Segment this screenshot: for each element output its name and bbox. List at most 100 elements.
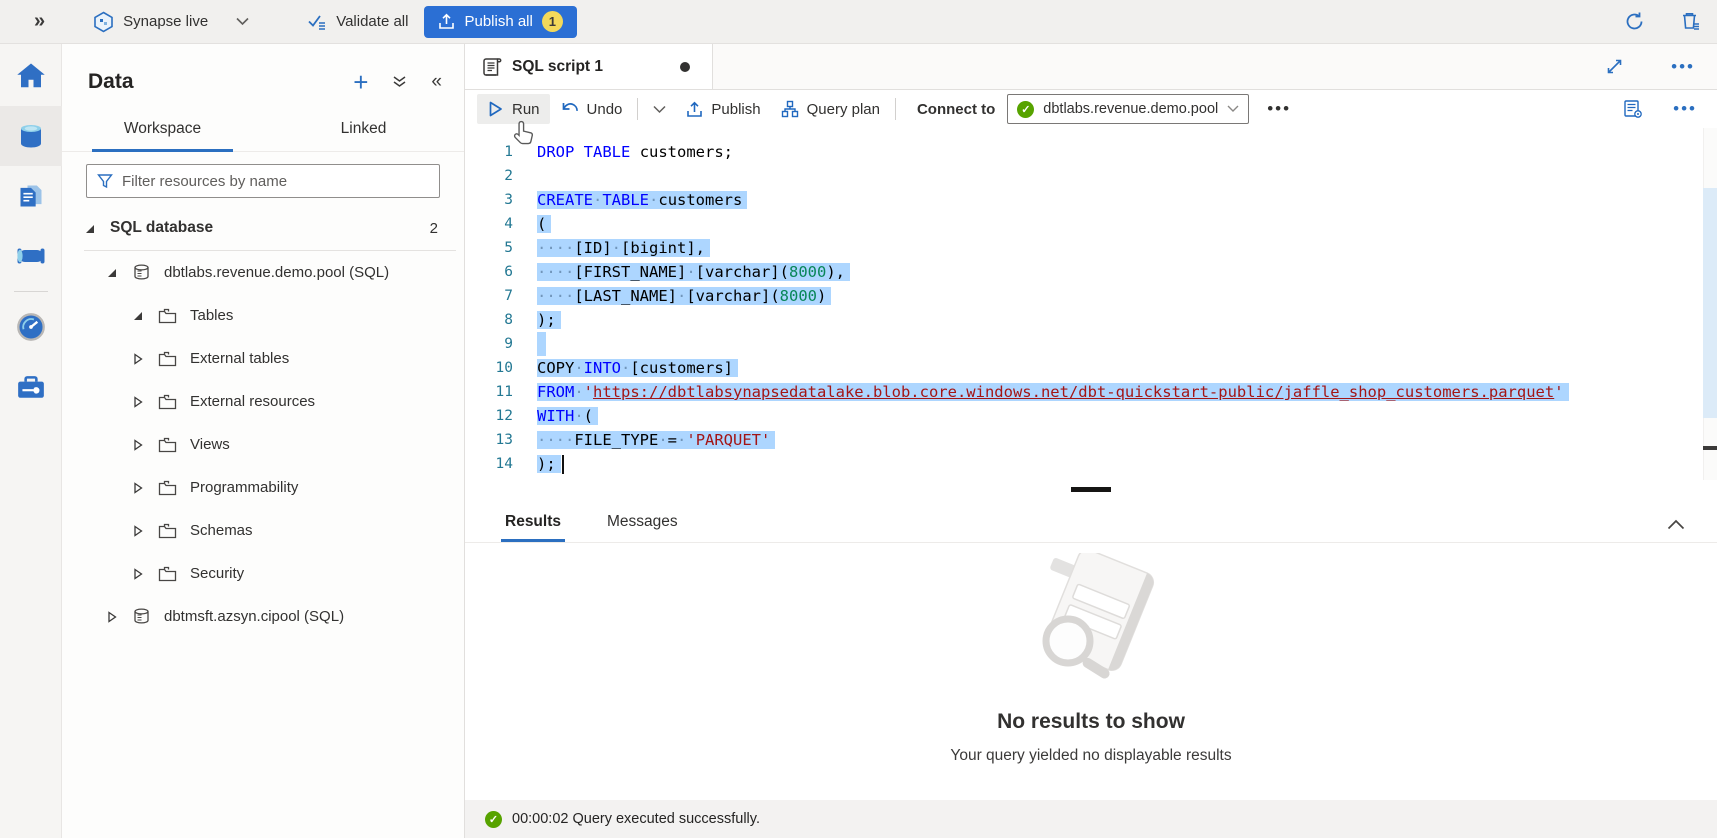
code-line-5[interactable]: 5····[ID]·[bigint],	[465, 236, 1717, 260]
code-line-8[interactable]: 8);	[465, 308, 1717, 332]
line-number: 14	[465, 452, 537, 476]
folder-label: Tables	[190, 307, 233, 324]
connect-to-pool-select[interactable]: ✓ dbtlabs.revenue.demo.pool	[1007, 94, 1249, 124]
query-plan-button[interactable]: Query plan	[771, 94, 890, 124]
publish-button[interactable]: Publish	[676, 94, 770, 124]
expanded-arrow-icon[interactable]	[82, 222, 97, 235]
sql-code-editor[interactable]: 1DROP TABLE customers;23CREATE·TABLE·cus…	[465, 128, 1717, 480]
nav-integrate[interactable]	[0, 226, 62, 286]
run-button[interactable]: Run	[477, 94, 550, 124]
tab-messages[interactable]: Messages	[607, 513, 678, 542]
tree-node-external-tables[interactable]: External tables	[62, 337, 464, 380]
run-label: Run	[512, 101, 540, 118]
tree-node-sql-database[interactable]: SQL database 2	[62, 210, 464, 246]
code-line-2[interactable]: 2	[465, 164, 1717, 188]
code-line-14[interactable]: 14);	[465, 452, 1717, 476]
sql-pool-icon	[132, 607, 151, 626]
collapse-panel-icon[interactable]: «	[431, 71, 442, 93]
expand-editor-icon[interactable]	[1606, 58, 1623, 75]
rail-divider	[14, 291, 48, 292]
nav-develop[interactable]	[0, 166, 62, 226]
code-line-10[interactable]: 10COPY·INTO·[customers]	[465, 356, 1717, 380]
collapsed-arrow-icon[interactable]	[130, 567, 145, 581]
expand-menu-icon[interactable]: »	[34, 10, 45, 33]
tree-node-tables[interactable]: Tables	[62, 294, 464, 337]
line-number: 10	[465, 356, 537, 380]
collapsed-arrow-icon[interactable]	[130, 524, 145, 538]
sql-editor-region: SQL script 1 ••• Run Undo	[465, 44, 1717, 838]
nav-home[interactable]	[0, 46, 62, 106]
left-nav-rail	[0, 44, 62, 838]
filter-funnel-icon	[97, 173, 113, 189]
folder-label: Views	[190, 436, 230, 453]
tab-results[interactable]: Results	[505, 513, 561, 542]
filter-resources-input[interactable]	[122, 173, 429, 190]
collapsed-arrow-icon[interactable]	[130, 395, 145, 409]
collapsed-arrow-icon[interactable]	[104, 610, 119, 624]
code-line-1[interactable]: 1DROP TABLE customers;	[465, 140, 1717, 164]
code-line-7[interactable]: 7····[LAST_NAME]·[varchar](8000)	[465, 284, 1717, 308]
editor-scrollbar[interactable]	[1703, 128, 1717, 480]
add-resource-icon[interactable]: +	[353, 72, 368, 92]
chevron-down-icon[interactable]	[236, 17, 249, 26]
folder-icon	[158, 437, 177, 453]
undo-dropdown-button[interactable]	[643, 94, 676, 124]
editor-more-icon[interactable]: •••	[1673, 104, 1697, 114]
code-line-11[interactable]: 11FROM·'https://dbtlabsynapsedatalake.bl…	[465, 380, 1717, 404]
properties-icon[interactable]	[1623, 99, 1643, 119]
code-line-6[interactable]: 6····[FIRST_NAME]·[varchar](8000),	[465, 260, 1717, 284]
validate-check-icon	[307, 13, 327, 31]
nav-data[interactable]	[0, 106, 62, 166]
splitter-drag-handle[interactable]	[1071, 487, 1111, 492]
folder-icon	[158, 566, 177, 582]
folder-label: Schemas	[190, 522, 253, 539]
toolbar-more-icon[interactable]: •••	[1267, 104, 1291, 114]
code-line-13[interactable]: 13····FILE_TYPE·=·'PARQUET'	[465, 428, 1717, 452]
expanded-arrow-icon[interactable]	[130, 309, 145, 322]
collapsed-arrow-icon[interactable]	[130, 438, 145, 452]
collapsed-arrow-icon[interactable]	[130, 481, 145, 495]
code-line-4[interactable]: 4(	[465, 212, 1717, 236]
status-message: 00:00:02 Query executed successfully.	[512, 811, 760, 827]
line-number: 1	[465, 140, 537, 164]
collapsed-arrow-icon[interactable]	[130, 352, 145, 366]
tab-more-icon[interactable]: •••	[1671, 62, 1695, 72]
results-header: Results Messages	[465, 497, 1717, 543]
expanded-arrow-icon[interactable]	[104, 266, 119, 279]
publish-all-button[interactable]: Publish all 1	[424, 6, 576, 38]
filter-resources-box[interactable]	[86, 164, 440, 198]
tree-node-schemas[interactable]: Schemas	[62, 509, 464, 552]
sql-database-tree: SQL database 2 dbtlabs.revenue.demo.pool…	[62, 210, 464, 638]
no-results-illustration	[1006, 553, 1176, 688]
collapse-all-icon[interactable]	[392, 75, 407, 89]
environment-switcher[interactable]: Synapse live	[93, 11, 208, 33]
results-splitter[interactable]	[465, 480, 1717, 497]
collapse-results-chevron-icon[interactable]	[1667, 519, 1685, 542]
discard-trash-icon[interactable]	[1681, 11, 1701, 32]
line-number: 7	[465, 284, 537, 308]
code-line-3[interactable]: 3CREATE·TABLE·customers	[465, 188, 1717, 212]
selected-pool-label: dbtlabs.revenue.demo.pool	[1043, 101, 1218, 117]
tree-node-views[interactable]: Views	[62, 423, 464, 466]
results-empty-state: No results to show Your query yielded no…	[465, 543, 1717, 800]
tree-node-pool-1[interactable]: dbtlabs.revenue.demo.pool (SQL)	[62, 251, 464, 294]
validate-all-button[interactable]: Validate all	[307, 13, 408, 31]
line-number: 8	[465, 308, 537, 332]
code-line-12[interactable]: 12WITH·(	[465, 404, 1717, 428]
tab-linked[interactable]: Linked	[263, 106, 464, 151]
tree-node-pool-2[interactable]: dbtmsft.azsyn.cipool (SQL)	[62, 595, 464, 638]
tab-sql-script-1[interactable]: SQL script 1	[465, 44, 713, 89]
tab-workspace[interactable]: Workspace	[62, 106, 263, 151]
nav-monitor[interactable]	[0, 297, 62, 357]
nav-manage[interactable]	[0, 357, 62, 417]
pool-label: dbtmsft.azsyn.cipool (SQL)	[164, 608, 344, 625]
folder-label: Programmability	[190, 479, 298, 496]
code-line-9[interactable]: 9	[465, 332, 1717, 356]
code-lines[interactable]: 1DROP TABLE customers;23CREATE·TABLE·cus…	[465, 140, 1717, 476]
tree-node-external-resources[interactable]: External resources	[62, 380, 464, 423]
line-number: 3	[465, 188, 537, 212]
refresh-icon[interactable]	[1624, 11, 1645, 32]
tree-node-programmability[interactable]: Programmability	[62, 466, 464, 509]
tree-node-security[interactable]: Security	[62, 552, 464, 595]
undo-button[interactable]: Undo	[550, 94, 633, 124]
